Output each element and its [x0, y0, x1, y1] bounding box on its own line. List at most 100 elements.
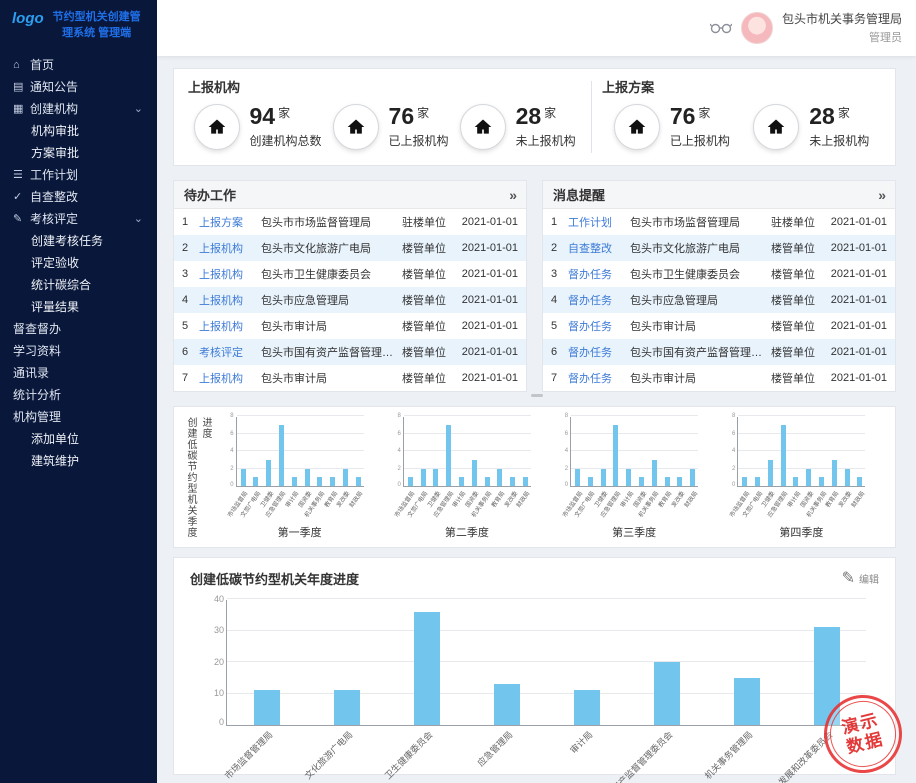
row-link[interactable]: 上报机构 — [199, 240, 261, 256]
y-tick-label: 8 — [230, 413, 233, 419]
table-row: 1工作计划包头市市场监督管理局驻楼单位2021-01-01 — [543, 209, 895, 235]
sidebar-menu: ⌂首页▤通知公告▦创建机构⌄机构审批方案审批☰工作计划✓自查整改✎考核评定⌄创建… — [0, 54, 157, 472]
sidebar-item-label: 学习资料 — [13, 342, 61, 359]
sidebar-item-评定验收[interactable]: 评定验收 — [0, 252, 157, 274]
todo-panel: 待办工作 » 1上报方案包头市市场监督管理局驻楼单位2021-01-012上报机… — [173, 180, 527, 392]
bar — [317, 477, 322, 486]
row-org: 包头市文化旅游广电局 — [630, 240, 771, 256]
table-row: 6督办任务包头市国有资产监督管理委员楼管单位2021-01-01 — [543, 339, 895, 365]
y-tick-label: 0 — [219, 718, 224, 727]
sidebar-item-自查整改[interactable]: ✓自查整改 — [0, 186, 157, 208]
sidebar-item-建筑维护[interactable]: 建筑维护 — [0, 450, 157, 472]
gridline — [404, 433, 531, 434]
row-type: 楼管单位 — [402, 240, 456, 256]
sidebar-item-label: 机构审批 — [31, 122, 79, 139]
chart-caption: 第一季度 — [236, 524, 364, 540]
sidebar-item-考核评定[interactable]: ✎考核评定⌄ — [0, 208, 157, 230]
row-date: 2021-01-01 — [825, 346, 887, 358]
row-link[interactable]: 考核评定 — [199, 344, 261, 360]
sidebar-item-统计碳综合[interactable]: 统计碳综合 — [0, 274, 157, 296]
bar — [472, 460, 477, 486]
row-link[interactable]: 上报机构 — [199, 266, 261, 282]
row-link[interactable]: 上报机构 — [199, 318, 261, 334]
message-title: 消息提醒 — [553, 185, 605, 204]
sidebar-item-label: 建筑维护 — [31, 452, 79, 469]
inspection-icon: ✓ — [13, 190, 30, 203]
gridline — [227, 598, 866, 599]
edit-button-label: 编辑 — [859, 571, 879, 586]
row-type: 驻楼单位 — [771, 214, 825, 230]
chevron-down-icon: ⌄ — [134, 212, 143, 225]
report-plan-group: 上报方案 76家 已上报机构 28家 未上报机构 — [602, 77, 881, 157]
row-date: 2021-01-01 — [825, 372, 887, 384]
message-list: 1工作计划包头市市场监督管理局驻楼单位2021-01-012自查整改包头市文化旅… — [543, 209, 895, 391]
sidebar-item-机构审批[interactable]: 机构审批 — [0, 120, 157, 142]
edit-button[interactable]: ✎ 编辑 — [842, 568, 879, 588]
gridline — [227, 630, 866, 631]
row-org: 包头市审计局 — [261, 318, 402, 334]
row-link[interactable]: 督办任务 — [568, 292, 630, 308]
sidebar-item-评量结果[interactable]: 评量结果 — [0, 296, 157, 318]
bar-chart: 24680市场监督局文旅广电局卫健委应急管理局审计局国资委机关事务局教育局发改委… — [403, 417, 531, 540]
row-link[interactable]: 督办任务 — [568, 370, 630, 386]
sidebar-item-督查督办[interactable]: 督查督办 — [0, 318, 157, 340]
stats-card: 上报机构 94家 创建机构总数 76家 已上报机构 — [173, 68, 896, 166]
glasses-icon[interactable] — [710, 22, 732, 34]
row-link[interactable]: 自查整改 — [568, 240, 630, 256]
sidebar-item-通讯录[interactable]: 通讯录 — [0, 362, 157, 384]
table-row: 6考核评定包头市国有资产监督管理委员楼管单位2021-01-01 — [174, 339, 526, 365]
sidebar-item-label: 创建机构 — [30, 100, 78, 117]
bar — [742, 477, 747, 486]
row-date: 2021-01-01 — [456, 320, 518, 332]
sidebar-item-创建机构[interactable]: ▦创建机构⌄ — [0, 98, 157, 120]
sidebar-item-添加单位[interactable]: 添加单位 — [0, 428, 157, 450]
sidebar-item-方案审批[interactable]: 方案审批 — [0, 142, 157, 164]
bar — [734, 678, 760, 725]
chart-plot: 24680 — [570, 417, 698, 487]
sidebar-item-工作计划[interactable]: ☰工作计划 — [0, 164, 157, 186]
bar-chart: 24680市场监督局文旅广电局卫健委应急管理局审计局国资委机关事务局教育局发改委… — [236, 417, 364, 540]
sidebar-item-学习资料[interactable]: 学习资料 — [0, 340, 157, 362]
bar — [414, 612, 440, 725]
bar — [755, 477, 760, 486]
more-icon[interactable]: » — [878, 187, 885, 203]
row-link[interactable]: 上报机构 — [199, 370, 261, 386]
row-link[interactable]: 工作计划 — [568, 214, 630, 230]
chart-caption: 第四季度 — [737, 524, 865, 540]
gridline — [571, 468, 698, 469]
stat-value: 94 — [250, 105, 276, 128]
bar — [523, 477, 528, 486]
table-row: 4上报机构包头市应急管理局楼管单位2021-01-01 — [174, 287, 526, 313]
row-link[interactable]: 督办任务 — [568, 318, 630, 334]
more-icon[interactable]: » — [509, 187, 516, 203]
home-icon — [333, 104, 379, 150]
sidebar-item-统计分析[interactable]: 统计分析 — [0, 384, 157, 406]
stat-label: 创建机构总数 — [250, 132, 322, 149]
y-tick-label: 4 — [398, 448, 401, 454]
sidebar-item-机构管理[interactable]: 机构管理 — [0, 406, 157, 428]
row-link[interactable]: 上报方案 — [199, 214, 261, 230]
row-index: 3 — [551, 268, 568, 280]
x-axis-labels: 市场监督局文旅广电局卫健委应急管理局审计局国资委机关事务局教育局发改委财政局 — [570, 487, 698, 523]
x-axis-labels: 市场监督管理局文化旅游广电局卫生健康委员会应急管理局审计局国有资产监督管理委员会… — [226, 726, 866, 774]
row-link[interactable]: 督办任务 — [568, 344, 630, 360]
bar — [253, 477, 258, 486]
row-link[interactable]: 督办任务 — [568, 266, 630, 282]
sidebar-item-创建考核任务[interactable]: 创建考核任务 — [0, 230, 157, 252]
stat-unreported-plans: 28家 未上报机构 — [753, 104, 869, 150]
bar — [588, 477, 593, 486]
stat-value: 76 — [389, 105, 415, 128]
row-index: 1 — [551, 216, 568, 228]
row-type: 楼管单位 — [771, 318, 825, 334]
home-icon — [460, 104, 506, 150]
y-tick-label: 8 — [732, 413, 735, 419]
stats-divider — [591, 81, 592, 153]
sidebar-item-首页[interactable]: ⌂首页 — [0, 54, 157, 76]
sidebar-item-通知公告[interactable]: ▤通知公告 — [0, 76, 157, 98]
pencil-icon: ✎ — [842, 568, 855, 588]
scroll-indicator — [531, 394, 543, 397]
row-org: 包头市应急管理局 — [630, 292, 771, 308]
row-link[interactable]: 上报机构 — [199, 292, 261, 308]
bar — [408, 477, 413, 486]
avatar[interactable] — [741, 12, 773, 44]
